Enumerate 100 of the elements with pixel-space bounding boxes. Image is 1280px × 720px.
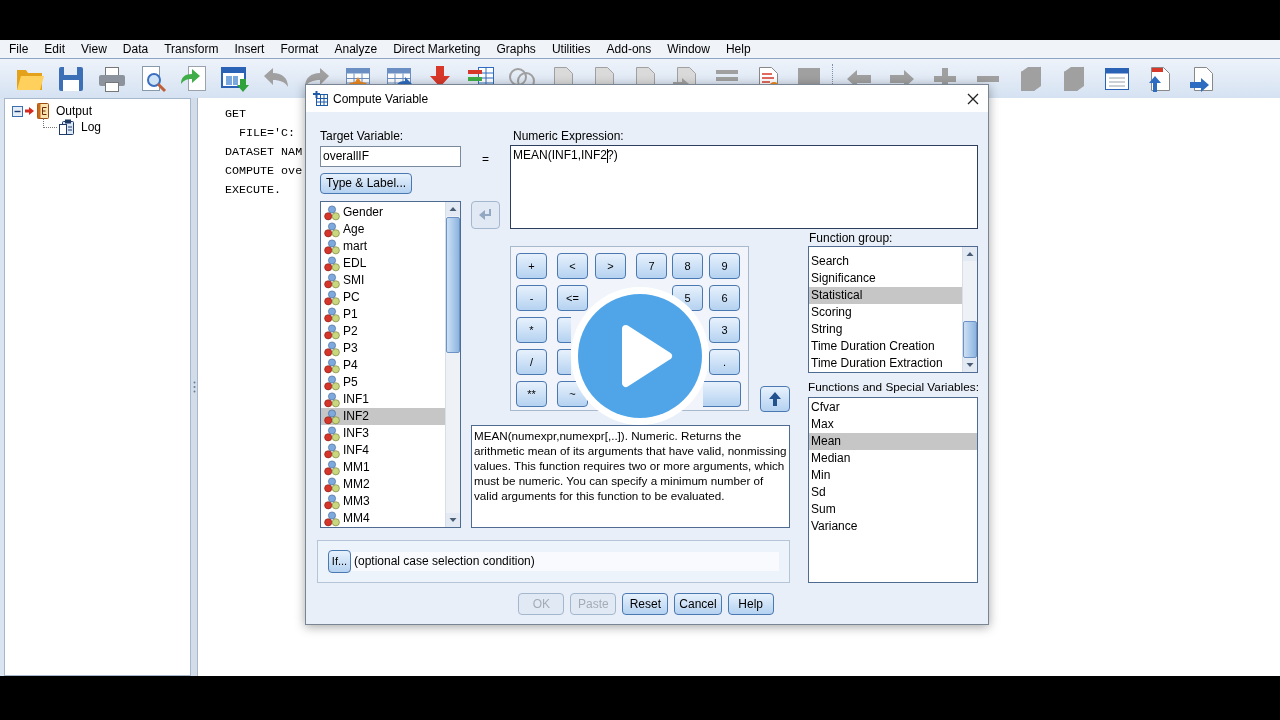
menu-item[interactable]: Insert (234, 41, 265, 57)
keypad-key[interactable]: 6 (709, 285, 740, 311)
three-balls-icon (324, 306, 340, 323)
keypad-key[interactable]: < (557, 253, 588, 279)
menu-item[interactable]: Help (725, 41, 751, 57)
list-item[interactable]: INF2 (321, 408, 445, 425)
scroll-down-icon[interactable] (963, 358, 977, 372)
list-item[interactable]: Time Duration Extraction (809, 355, 962, 372)
list-item[interactable]: Sum (809, 501, 977, 518)
list-item[interactable]: Min (809, 467, 977, 484)
menu-item[interactable]: View (81, 41, 107, 57)
menu-item[interactable]: Transform (164, 41, 219, 57)
list-item[interactable]: INF4 (321, 442, 445, 459)
list-item[interactable]: P5 (321, 374, 445, 391)
list-item[interactable]: MM4 (321, 510, 445, 527)
menu-item[interactable]: File (9, 41, 29, 57)
list-item[interactable]: INF1 (321, 391, 445, 408)
list-item[interactable]: Median (809, 450, 977, 467)
keypad-key[interactable]: 3 (709, 317, 740, 343)
list-item[interactable]: Time Duration Creation (809, 338, 962, 355)
up-arrow-button[interactable] (760, 386, 790, 412)
list-item[interactable]: Significance (809, 270, 962, 287)
list-item[interactable]: MM1 (321, 459, 445, 476)
list-item[interactable]: MM2 (321, 476, 445, 493)
list-item[interactable]: Cfvar (809, 399, 977, 416)
minus-box-icon[interactable] (12, 105, 23, 117)
menu-item[interactable]: Graphs (496, 41, 536, 57)
keypad-key[interactable]: <= (557, 285, 588, 311)
list-item[interactable]: P2 (321, 323, 445, 340)
menu-item[interactable]: Analyze (334, 41, 378, 57)
list-item[interactable]: MM3 (321, 493, 445, 510)
dialog-button[interactable]: Help (727, 593, 774, 615)
list-item[interactable]: Age (321, 221, 445, 238)
list-box[interactable]: Search Significance Statistical Scoring String Time Duration Creation Time Duration Extraction (808, 246, 978, 373)
clipboard-icon (59, 119, 75, 135)
input-field[interactable]: overallIF (320, 146, 461, 167)
keypad-key[interactable]: 8 (672, 253, 703, 279)
keypad-key[interactable] (557, 317, 571, 343)
list-item[interactable]: String (809, 321, 962, 338)
close-icon[interactable] (967, 92, 979, 105)
three-balls-icon (324, 459, 340, 476)
list-item[interactable]: P1 (321, 306, 445, 323)
menu-item[interactable]: Window (667, 41, 710, 57)
list-item[interactable]: PC (321, 289, 445, 306)
scroll-down-icon[interactable] (446, 513, 460, 527)
menu-item[interactable]: Data (122, 41, 149, 57)
list-item[interactable]: Max (809, 416, 977, 433)
menu-item[interactable]: Direct Marketing (393, 41, 481, 57)
up-arrow-icon[interactable] (767, 391, 783, 407)
list-box[interactable]: Gender Age mart EDL SMI PC P1 P2 P3 P4 P5 INF1 INF2 INF3 INF4 MM1 MM2 MM3 MM4 (320, 201, 461, 528)
keypad-key[interactable]: - (516, 285, 547, 311)
list-item[interactable]: EDL (321, 255, 445, 272)
scrollbar-thumb[interactable] (963, 321, 977, 358)
document-arrow-icon[interactable] (179, 63, 209, 94)
list-box[interactable]: Cfvar Max Mean Median Min Sd Sum Variance (808, 397, 978, 583)
list-item[interactable]: Gender (321, 204, 445, 221)
keypad-key[interactable]: * (516, 317, 547, 343)
menu-item[interactable]: Utilities (551, 41, 591, 57)
list-item[interactable]: SMI (321, 272, 445, 289)
menu-item[interactable]: Format (280, 41, 319, 57)
keypad-key[interactable]: 7 (636, 253, 667, 279)
list-item[interactable]: Mean (809, 433, 977, 450)
list-item[interactable]: P3 (321, 340, 445, 357)
item-label: PC (343, 289, 360, 306)
list-item[interactable]: Statistical (809, 287, 962, 304)
scrollbar-thumb[interactable] (446, 217, 460, 353)
keypad-key[interactable]: ** (516, 381, 547, 407)
if-button[interactable]: If... (328, 550, 351, 573)
keypad-key[interactable]: > (595, 253, 626, 279)
scrollbar[interactable] (962, 247, 977, 372)
keypad-key[interactable]: / (516, 349, 547, 375)
dialog-button[interactable]: Cancel (674, 593, 722, 615)
outline-item[interactable]: Log (81, 118, 102, 136)
field-label: Functions and Special Variables: (808, 380, 978, 395)
keypad-key[interactable]: + (516, 253, 547, 279)
list-item[interactable]: P4 (321, 357, 445, 374)
list-item[interactable]: mart (321, 238, 445, 255)
list-item[interactable]: INF3 (321, 425, 445, 442)
list-item[interactable]: Scoring (809, 304, 962, 321)
list-item[interactable]: Search (809, 253, 962, 270)
three-balls-icon (324, 374, 340, 391)
dialog-button[interactable]: Reset (622, 593, 669, 615)
keypad-key[interactable]: . (709, 349, 740, 375)
keypad-key[interactable] (703, 381, 741, 407)
outline-item[interactable]: Output (56, 102, 93, 120)
scroll-up-icon[interactable] (963, 247, 977, 261)
menu-item[interactable]: Add-ons (606, 41, 652, 57)
type-and-label-button[interactable]: Type & Label... (320, 172, 413, 194)
keypad-key[interactable]: 9 (709, 253, 740, 279)
list-item[interactable]: Sd (809, 484, 977, 501)
item-label: P3 (343, 340, 358, 357)
field-label: Target Variable: (320, 129, 405, 144)
field-label: Numeric Expression: (513, 129, 625, 144)
menu-item[interactable]: Edit (44, 41, 66, 57)
scrollbar[interactable] (445, 202, 460, 527)
grip-icon[interactable] (192, 381, 196, 393)
keypad-key[interactable] (557, 349, 571, 375)
three-balls-icon (324, 289, 340, 306)
scroll-up-icon[interactable] (446, 202, 460, 216)
list-item[interactable]: Variance (809, 518, 977, 535)
